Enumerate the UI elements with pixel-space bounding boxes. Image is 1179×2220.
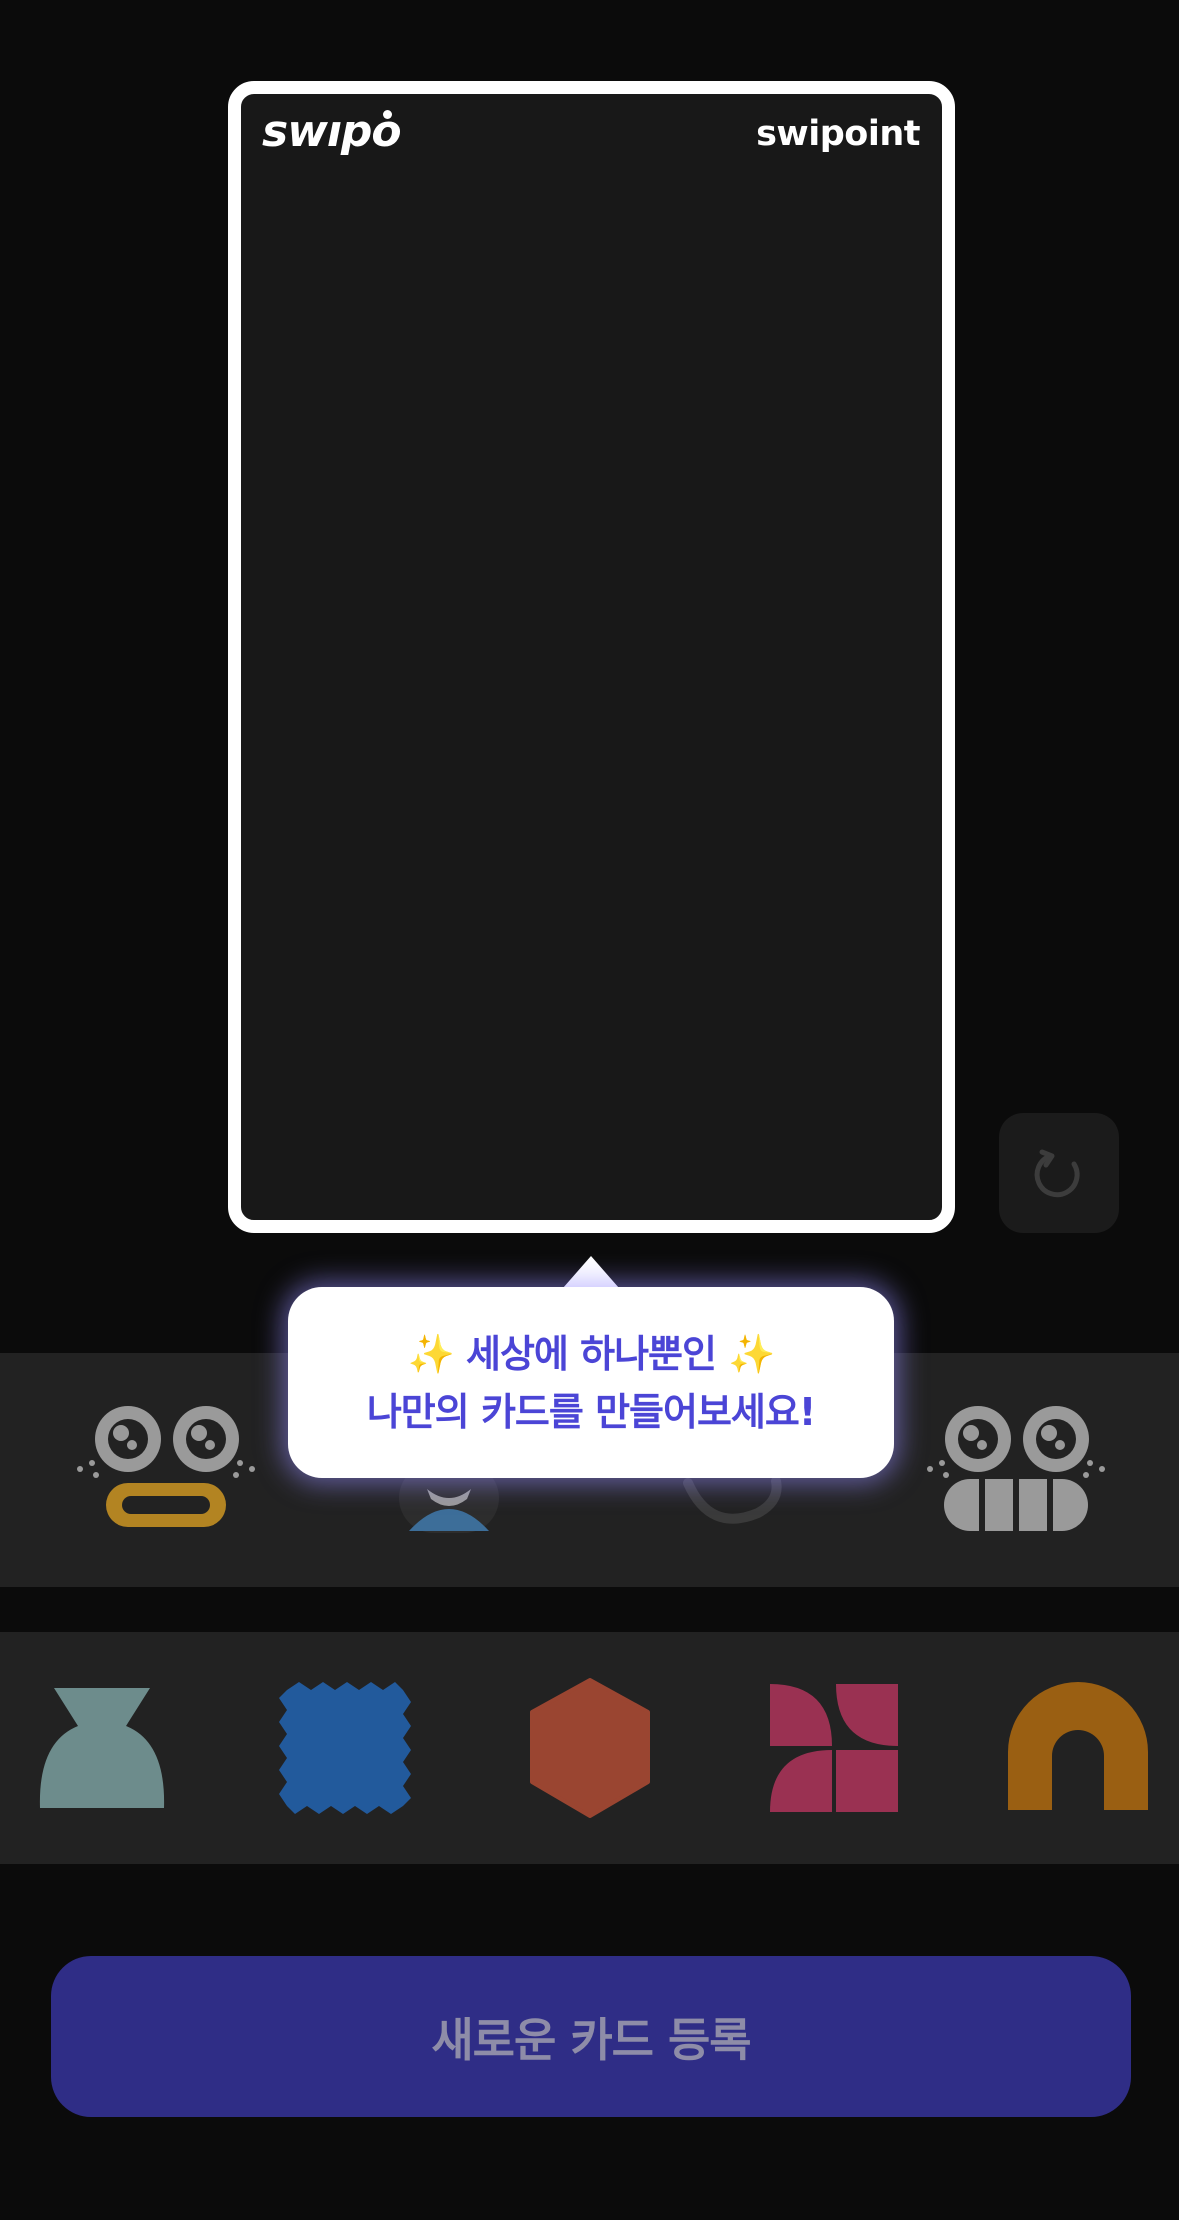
- goggle-face-icon: [77, 1406, 255, 1527]
- tooltip-arrow: [563, 1256, 619, 1288]
- register-card-label: 새로운 카드 등록: [431, 2012, 751, 2067]
- shape-option-vase[interactable]: [38, 1684, 166, 1818]
- logo-dot: [383, 110, 392, 119]
- shape-option-hexagon[interactable]: [528, 1678, 652, 1822]
- face-option-goggle[interactable]: [74, 1403, 258, 1537]
- shape-selector: [0, 1632, 1179, 1864]
- shape-option-arch[interactable]: [1008, 1682, 1148, 1816]
- hexagon-shape-icon: [530, 1678, 650, 1818]
- onboarding-tooltip: ✨ 세상에 하나뿐인 ✨ 나만의 카드를 만들어보세요!: [288, 1287, 894, 1478]
- card-logo: swıpo: [262, 106, 402, 157]
- tooltip-line-2: 나만의 카드를 만들어보세요!: [366, 1389, 816, 1434]
- card-design-screen: swıpo swipoint ✨ 세상에 하나뿐인 ✨ 나만의 카드를 만들어보…: [0, 0, 1179, 2220]
- vase-shape-icon: [39, 1688, 165, 1808]
- refresh-icon: [1034, 1149, 1080, 1198]
- register-card-button[interactable]: 새로운 카드 등록: [51, 1956, 1131, 2117]
- shape-option-pinwheel[interactable]: [770, 1684, 898, 1816]
- tooltip-line-1: ✨ 세상에 하나뿐인 ✨: [407, 1331, 775, 1376]
- reset-button[interactable]: [999, 1113, 1119, 1233]
- shape-option-stamp[interactable]: [277, 1680, 413, 1820]
- card-preview: swıpo swipoint: [228, 81, 955, 1233]
- arch-shape-icon: [1008, 1682, 1148, 1810]
- card-brand-name: swipoint: [756, 114, 920, 154]
- face-option-teeth[interactable]: [924, 1403, 1108, 1537]
- stamp-shape-icon: [279, 1682, 411, 1814]
- teeth-grin-face-icon: [927, 1406, 1105, 1531]
- pinwheel-shape-icon: [770, 1684, 898, 1812]
